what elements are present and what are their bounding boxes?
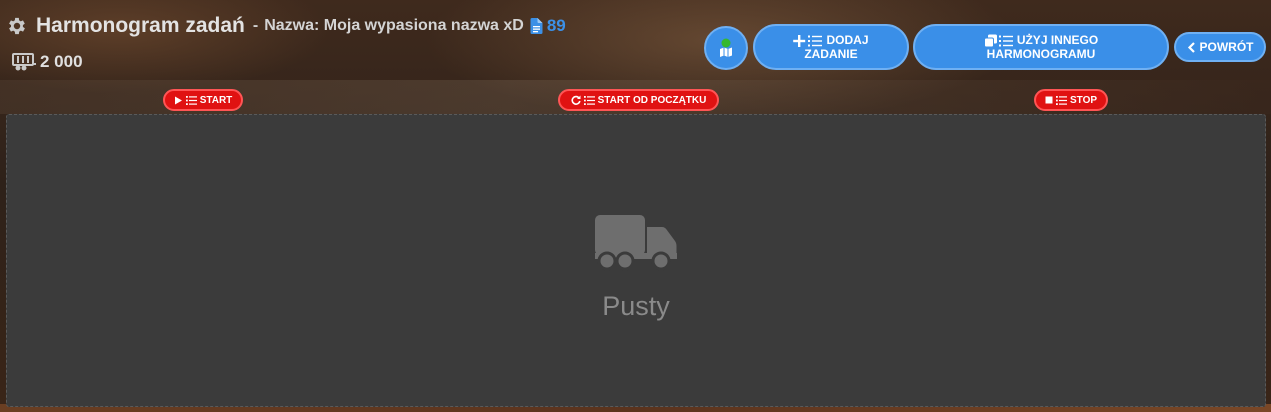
add-task-label-line1: DODAJ — [826, 33, 869, 47]
list-icon — [1055, 95, 1067, 105]
empty-state: Pusty — [7, 213, 1265, 322]
gear-icon[interactable] — [6, 15, 28, 37]
add-task-button[interactable]: DODAJ ZADANIE — [753, 24, 909, 70]
list-icon — [583, 95, 595, 105]
capacity-indicator: 2 000 — [12, 52, 83, 72]
page-title: Harmonogram zadań — [36, 14, 245, 37]
trailer-icon — [12, 53, 36, 71]
add-list-icon — [793, 34, 823, 47]
restart-button[interactable]: START OD POCZĄTKU — [558, 89, 719, 111]
capacity-value: 2 000 — [40, 52, 83, 71]
stop-icon — [1045, 96, 1053, 104]
start-button[interactable]: START — [163, 89, 243, 111]
use-other-label-line1: UŻYJ INNEGO — [1016, 33, 1099, 47]
back-label: POWRÓT — [1199, 39, 1254, 54]
stop-button[interactable]: STOP — [1034, 89, 1108, 111]
use-other-schedule-button[interactable]: UŻYJ INNEGO HARMONOGRAMU — [913, 24, 1169, 70]
use-other-label-line2: HARMONOGRAMU — [986, 46, 1096, 61]
task-list-panel: Pusty — [6, 114, 1266, 407]
add-task-label-line2: ZADANIE — [804, 46, 858, 61]
task-count: 89 — [546, 16, 566, 35]
back-button[interactable]: POWRÓT — [1174, 32, 1266, 62]
refresh-icon — [571, 95, 581, 105]
map-status-icon — [720, 38, 732, 57]
map-button[interactable] — [704, 26, 748, 70]
play-icon — [174, 96, 182, 104]
truck-icon — [595, 215, 677, 271]
schedule-name: Nazwa: Moja wypasiona nazwa xD — [264, 17, 524, 34]
stop-label: STOP — [1069, 94, 1098, 106]
page-header: Harmonogram zadań - Nazwa: Moja wypasion… — [6, 14, 566, 38]
chevron-left-icon — [1187, 41, 1195, 53]
empty-label: Pusty — [602, 291, 670, 321]
document-icon — [530, 18, 543, 34]
title-separator: - — [252, 17, 259, 34]
copy-list-icon — [983, 34, 1013, 47]
restart-label: START OD POCZĄTKU — [597, 94, 707, 106]
start-label: START — [199, 94, 233, 106]
list-icon — [185, 95, 197, 105]
